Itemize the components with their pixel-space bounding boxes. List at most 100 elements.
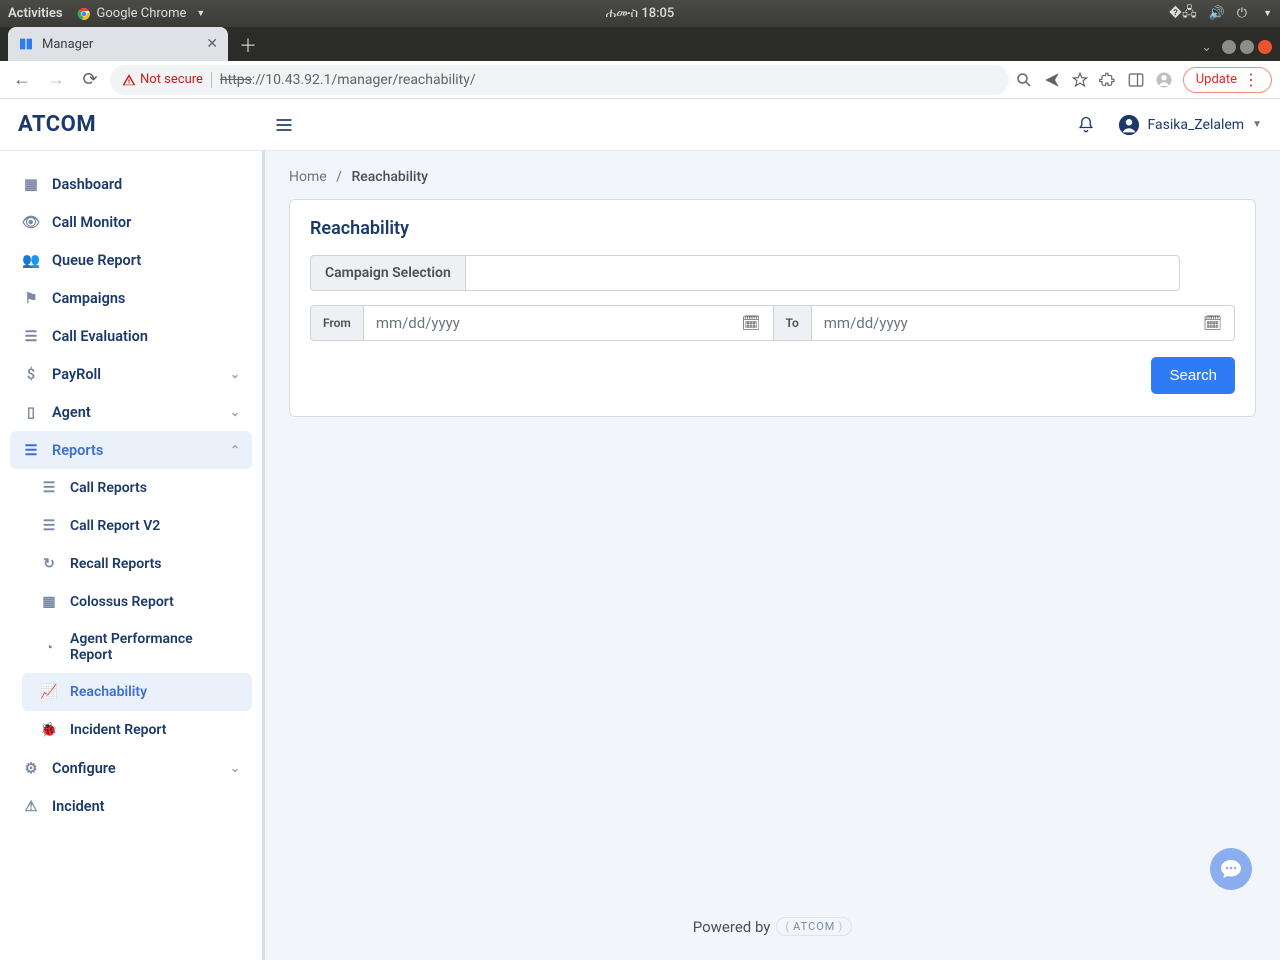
to-label: To [773,305,812,341]
sidebar-item-reachability[interactable]: 📈Reachability [22,673,252,711]
back-button[interactable]: ← [8,66,36,94]
new-tab-button[interactable]: ＋ [234,31,262,59]
tab-close-button[interactable]: ✕ [206,36,218,52]
report-icon: ☰ [40,479,58,497]
chat-icon [1219,857,1243,881]
recall-icon: ↻ [40,555,58,573]
bug-icon: 🐞 [40,721,58,739]
window-close-button[interactable] [1258,40,1272,54]
sidebar-item-call-monitor[interactable]: 👁Call Monitor [10,203,252,241]
chart-icon: 📈 [40,683,58,701]
sidebar-item-payroll[interactable]: $PayRoll⌄ [10,355,252,393]
sidebar-item-dashboard[interactable]: ▦Dashboard [10,165,252,203]
calendar-icon[interactable]: 🗓 [1203,314,1222,332]
tab-overflow-icon[interactable]: ⌄ [1201,40,1212,55]
update-button[interactable]: Update ⋮ [1183,67,1272,93]
chat-fab-button[interactable] [1210,848,1252,890]
to-date-input[interactable]: mm/dd/yyyy 🗓 [812,305,1235,341]
notifications-button[interactable] [1076,115,1096,135]
chevron-down-icon: ▼ [1252,119,1262,130]
power-icon[interactable]: ⏻ [1237,6,1247,21]
chevron-down-icon: ⌄ [230,405,240,419]
user-avatar-icon [1118,114,1140,136]
warning-icon [122,73,136,87]
clock-icon: ◔ [40,638,58,656]
sidebar-item-queue-report[interactable]: 👥Queue Report [10,241,252,279]
campaign-selection-input[interactable] [466,255,1180,291]
forward-button[interactable]: → [42,66,70,94]
os-top-bar: Activities Google Chrome ▼ ሐሙስ 18:05 �🖧 … [0,0,1280,27]
sidebar-item-reports[interactable]: ☰Reports⌃ [10,431,252,469]
sidebar-item-call-evaluation[interactable]: ☰Call Evaluation [10,317,252,355]
url-text: https://10.43.92.1/manager/reachability/ [220,72,476,88]
flag-icon: ⚑ [22,289,40,307]
to-date-placeholder: mm/dd/yyyy [824,314,908,332]
zoom-icon[interactable] [1015,71,1033,89]
clock-label: ሐሙስ 18:05 [606,6,675,21]
dashboard-icon: ▦ [22,175,40,193]
sidebar-item-colossus-report[interactable]: ▦Colossus Report [22,583,252,621]
dropdown-icon: ▼ [196,8,205,19]
footer: Powered by ATCOM [289,903,1256,942]
sidebar-item-call-reports[interactable]: ☰Call Reports [22,469,252,507]
bookmark-star-icon[interactable] [1071,71,1089,89]
network-icon[interactable]: �🖧 [1169,3,1197,25]
app-header: ATCOM Fasika_Zelalem ▼ [0,99,1280,151]
sidebar-item-incident[interactable]: ⚠Incident [10,787,252,825]
chrome-app-menu[interactable]: Google Chrome ▼ [77,6,206,21]
menu-dots-icon: ⋮ [1243,72,1259,88]
reload-button[interactable]: ⟳ [76,66,104,94]
profile-icon[interactable] [1155,71,1173,89]
sidebar-item-campaigns[interactable]: ⚑Campaigns [10,279,252,317]
from-date-placeholder: mm/dd/yyyy [376,314,460,332]
window-maximize-button[interactable] [1240,40,1254,54]
breadcrumb-home[interactable]: Home [289,169,327,185]
sidebar-item-agent-performance[interactable]: ◔Agent Performance Report [22,621,252,673]
breadcrumb: Home / Reachability [289,169,1256,185]
extensions-icon[interactable] [1099,71,1117,89]
browser-tab[interactable]: Manager ✕ [8,27,228,61]
volume-icon[interactable]: 🔊 [1209,6,1225,21]
brand-logo[interactable]: ATCOM [18,112,268,137]
send-icon[interactable] [1043,71,1061,89]
sidepanel-icon[interactable] [1127,71,1145,89]
card-title: Reachability [310,218,1235,239]
sidebar: ▦Dashboard 👁Call Monitor 👥Queue Report ⚑… [0,151,265,960]
search-button[interactable]: Search [1151,357,1235,394]
tab-title: Manager [42,37,93,52]
tab-favicon-icon [18,36,34,52]
user-menu[interactable]: Fasika_Zelalem ▼ [1118,114,1262,136]
report-icon: ☰ [40,517,58,535]
sidebar-item-agent[interactable]: ▯Agent⌄ [10,393,252,431]
from-label: From [310,305,364,341]
campaign-selection-label: Campaign Selection [310,255,466,291]
calendar-icon[interactable]: 🗓 [741,314,760,332]
sidebar-item-incident-report[interactable]: 🐞Incident Report [22,711,252,749]
sidebar-toggle-button[interactable] [268,109,300,141]
browser-tab-strip: Manager ✕ ＋ ⌄ [0,27,1280,61]
dollar-icon: $ [22,365,40,383]
sidebar-item-call-report-v2[interactable]: ☰Call Report V2 [22,507,252,545]
window-minimize-button[interactable] [1222,40,1236,54]
sidebar-item-configure[interactable]: ⚙Configure⌄ [10,749,252,787]
chevron-down-icon: ⌄ [230,761,240,775]
user-name: Fasika_Zelalem [1148,117,1245,133]
warning-icon: ⚠ [22,797,40,815]
activities-button[interactable]: Activities [8,6,63,21]
sidebar-item-recall-reports[interactable]: ↻Recall Reports [22,545,252,583]
browser-toolbar: ← → ⟳ Not secure https://10.43.92.1/mana… [0,61,1280,99]
insecure-badge[interactable]: Not secure [122,72,203,87]
system-menu-icon[interactable]: ▼ [1263,8,1272,19]
gear-icon: ⚙ [22,759,40,777]
chevron-down-icon: ⌄ [230,367,240,381]
footer-brand-logo: ATCOM [776,917,852,936]
people-icon: 👥 [22,251,40,269]
chevron-up-icon: ⌃ [230,443,240,457]
main-content: Home / Reachability Reachability Campaig… [265,151,1280,960]
bell-icon [1076,115,1096,135]
reachability-card: Reachability Campaign Selection From mm/… [289,199,1256,417]
from-date-input[interactable]: mm/dd/yyyy 🗓 [364,305,773,341]
address-bar[interactable]: Not secure https://10.43.92.1/manager/re… [110,65,1009,95]
reports-icon: ☰ [22,441,40,459]
form-icon: ☰ [22,327,40,345]
